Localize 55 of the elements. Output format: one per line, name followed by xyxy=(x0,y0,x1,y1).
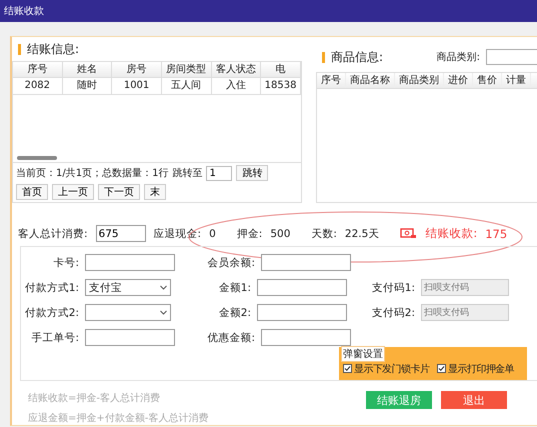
table-cell: 18538 xyxy=(261,78,302,95)
window-title: 结账收款 xyxy=(4,4,44,18)
field-label: 金额2: xyxy=(218,306,252,320)
days-value: 22.5天 xyxy=(344,226,380,241)
settings-title: 弹窗设置 xyxy=(341,346,385,362)
days-label: 天数: xyxy=(311,226,337,241)
column-header[interactable]: 商品名称 xyxy=(346,73,395,88)
column-header[interactable]: 房间类型 xyxy=(162,62,212,77)
checkbox-label: 显示下发门锁卡片 xyxy=(354,362,430,376)
field-label: 手工单号: xyxy=(30,330,80,345)
column-header[interactable]: 计量 xyxy=(502,73,531,88)
pager-button[interactable]: 跳转 xyxy=(236,165,268,182)
section-title: 结账信息: xyxy=(27,40,80,58)
section-title: 商品信息: xyxy=(331,48,384,66)
jump-label: 跳转至 xyxy=(172,166,202,180)
deposit-label: 押金: xyxy=(236,226,262,241)
collect-label: 结账收款: xyxy=(425,226,478,242)
deposit-value: 500 xyxy=(270,228,290,240)
formula-text: 结账收款=押金-客人总计消费 xyxy=(28,392,161,405)
column-header[interactable]: 姓名 xyxy=(62,62,112,77)
field-label: 会员余额: xyxy=(206,256,256,270)
table-cell: 随时 xyxy=(62,78,112,95)
field-label: 付款方式2: xyxy=(24,306,80,320)
page-input[interactable]: 1 xyxy=(206,166,232,181)
field-label: 支付码1: xyxy=(370,280,416,295)
table-cell: 2082 xyxy=(13,78,63,95)
field-label: 卡号: xyxy=(52,256,80,270)
field-label: 支付码2: xyxy=(370,306,416,320)
checkbox-label: 显示打印押金单 xyxy=(448,362,514,376)
field-label: 付款方式1: xyxy=(24,280,80,295)
table-cell: 1001 xyxy=(112,78,162,95)
pager-button[interactable]: 下一页 xyxy=(98,184,140,200)
pager-button[interactable]: 末 xyxy=(144,184,166,200)
column-header[interactable]: 客人状态 xyxy=(212,62,262,77)
table-cell: 入住 xyxy=(212,78,262,95)
field-label: 优惠金额: xyxy=(206,330,256,345)
column-header[interactable]: 房号 xyxy=(112,62,162,77)
refund-value: 0 xyxy=(209,228,216,240)
page-status: 当前页：1/共1页；总数据量：1行 xyxy=(16,166,168,180)
column-header[interactable]: 序号 xyxy=(13,62,63,77)
column-header[interactable]: 电 xyxy=(261,62,302,77)
pager-button[interactable]: 上一页 xyxy=(52,184,94,200)
field-label: 金额1: xyxy=(218,280,252,295)
column-header[interactable]: 商品类别 xyxy=(395,73,444,88)
column-header[interactable]: 进价 xyxy=(444,73,473,88)
category-label: 商品类别: xyxy=(436,50,480,64)
table-cell: 五人间 xyxy=(162,78,212,95)
collect-value: 175 xyxy=(485,226,508,241)
column-header[interactable]: 售价 xyxy=(473,73,502,88)
total-consumption-field[interactable]: 675 xyxy=(96,225,146,242)
payment-method-select[interactable]: 支付宝 xyxy=(85,279,171,296)
column-header[interactable]: 序号 xyxy=(317,73,346,88)
pager-button[interactable]: 首页 xyxy=(16,184,48,200)
formula-text: 应退金额=押金+付款金额-客人总计消费 xyxy=(28,412,208,425)
total-consumption-label: 客人总计消费: xyxy=(18,226,88,241)
